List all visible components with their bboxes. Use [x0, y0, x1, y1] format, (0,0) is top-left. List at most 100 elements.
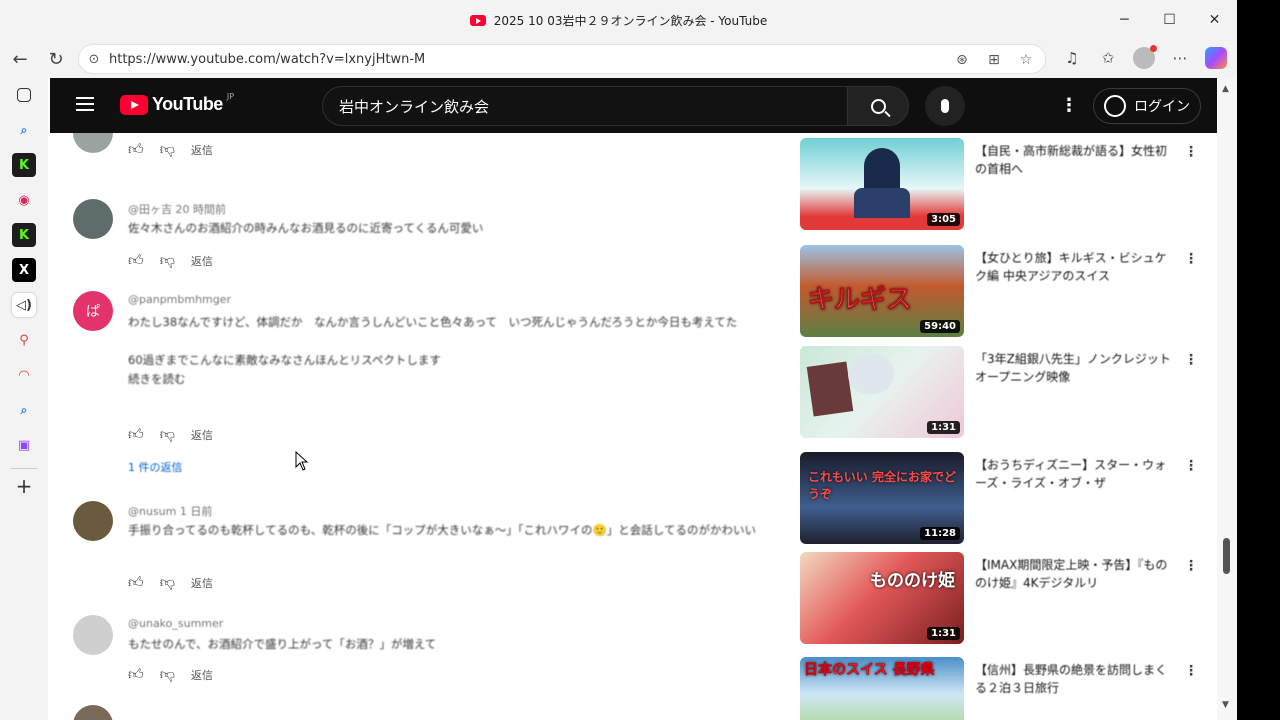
avatar[interactable] — [73, 501, 113, 541]
url-text[interactable]: https://www.youtube.com/watch?v=lxnyjHtw… — [109, 52, 425, 67]
thumb-up-icon[interactable]: 👍︎ — [128, 140, 144, 159]
video-thumbnail[interactable]: キルギス 59:40 — [800, 245, 964, 337]
video-thumbnail[interactable]: もののけ姫 1:31 — [800, 552, 964, 644]
video-menu-icon[interactable]: ⋮ — [1184, 558, 1198, 574]
comments-section: 👍︎ 👎︎ 返信 @田ヶ吉 20 時間前 佐々木さんのお酒紹介の時みんなお酒見る… — [50, 133, 790, 720]
thumb-down-icon[interactable]: 👎︎ — [160, 425, 175, 444]
app-available-icon[interactable]: ⊞ — [983, 49, 1005, 71]
reply-button[interactable]: 返信 — [191, 253, 213, 269]
magnifier-icon — [870, 98, 886, 114]
refresh-icon[interactable]: ↻ — [38, 41, 74, 77]
media-control-icon[interactable]: ♫ — [1058, 44, 1086, 72]
settings-kebab-icon[interactable]: ⋮ — [1060, 95, 1078, 116]
video-title[interactable]: 【女ひとり旅】キルギス・ビシュケク編 中央アジアのスイス — [975, 249, 1175, 285]
thumb-down-icon[interactable]: 👎︎ — [160, 665, 175, 684]
thumb-up-icon[interactable]: 👍︎ — [128, 665, 144, 684]
video-title[interactable]: 【IMAX期間限定上映・予告】『もののけ姫』4Kデジタルリ — [975, 556, 1175, 592]
login-button[interactable]: ログイン — [1093, 88, 1201, 124]
profile-avatar[interactable] — [1130, 44, 1158, 72]
view-replies-link[interactable]: 1 件の返信 — [128, 459, 183, 475]
thumbnail-caption: これもいい 完全にお家でどうぞ — [808, 470, 956, 501]
mouse-cursor-icon — [295, 451, 309, 471]
avatar[interactable]: ぱ — [73, 291, 113, 331]
favorites-icon[interactable]: ✩ — [1094, 44, 1122, 72]
recommended-video[interactable]: キルギス 59:40 【女ひとり旅】キルギス・ビシュケク編 中央アジアのスイス … — [800, 245, 1210, 341]
address-bar[interactable]: ⊙ https://www.youtube.com/watch?v=lxnyjH… — [78, 44, 1046, 74]
recommended-video[interactable]: これもいい 完全にお家でどうぞ 11:28 【おうちディズニー】スター・ウォーズ… — [800, 452, 1210, 548]
reply-button[interactable]: 返信 — [191, 142, 213, 158]
thumb-down-icon[interactable]: 👎︎ — [160, 573, 175, 592]
video-duration: 3:05 — [927, 213, 960, 226]
thumb-down-icon[interactable]: 👎︎ — [160, 251, 175, 270]
x-icon[interactable]: X — [12, 258, 36, 282]
reply-button[interactable]: 返信 — [191, 427, 213, 443]
recommended-video[interactable]: 1:31 「3年Z組銀八先生」ノンクレジットオープニング映像 ⋮ — [800, 346, 1210, 442]
comment-author[interactable]: @unako_summer — [128, 617, 223, 630]
reply-button[interactable]: 返信 — [191, 667, 213, 683]
speaker-icon[interactable]: ◁) — [12, 293, 36, 317]
thumb-down-icon[interactable]: 👎︎ — [160, 140, 175, 159]
thumbnail-caption: 日本のスイス 長野県 — [804, 662, 935, 679]
video-menu-icon[interactable]: ⋮ — [1184, 458, 1198, 474]
video-title[interactable]: 【信州】長野県の絶景を訪問しまくる２泊３日旅行 — [975, 661, 1175, 697]
edge-sidebar: ⌕ K ◉ K X ◁) ⚲ ◠ ⌕ ▣ + — [0, 78, 48, 720]
video-title[interactable]: 【自民・高市新総裁が語る】女性初の首相へ — [975, 142, 1175, 178]
add-plus-icon[interactable]: + — [12, 474, 36, 498]
scroll-up-arrow-icon[interactable]: ▲ — [1222, 84, 1229, 94]
favorite-star-icon[interactable]: ☆ — [1015, 49, 1037, 71]
voice-search-button[interactable] — [925, 86, 965, 126]
video-thumbnail[interactable]: 1:31 — [800, 346, 964, 438]
scrollbar-thumb[interactable] — [1223, 538, 1230, 574]
browser-window: 2025 10 03岩中２９オンライン飲み会 - YouTube ─ ☐ ✕ ←… — [0, 0, 1237, 720]
avatar[interactable] — [73, 615, 113, 655]
video-thumbnail[interactable]: これもいい 完全にお家でどうぞ 11:28 — [800, 452, 964, 544]
search-input[interactable]: 岩中オンライン飲み会 — [322, 86, 848, 126]
video-title[interactable]: 「3年Z組銀八先生」ノンクレジットオープニング映像 — [975, 350, 1175, 386]
kick-icon-2[interactable]: K — [12, 223, 36, 247]
page-scrollbar[interactable]: ▲ ▼ — [1217, 78, 1237, 720]
more-options-icon[interactable]: ⋯ — [1166, 44, 1194, 72]
thumbnail-caption: もののけ姫 — [870, 571, 955, 591]
minimize-button[interactable]: ─ — [1102, 0, 1147, 40]
avatar[interactable] — [73, 705, 113, 720]
recommended-video[interactable]: もののけ姫 1:31 【IMAX期間限定上映・予告】『もののけ姫』4Kデジタルリ… — [800, 552, 1210, 648]
recommended-video[interactable]: 日本のスイス 長野県 【信州】長野県の絶景を訪問しまくる２泊３日旅行 ⋮ — [800, 657, 1210, 720]
youtube-logo[interactable]: YouTube JP — [120, 92, 234, 115]
comment-author[interactable]: @田ヶ吉 20 時間前 — [128, 201, 226, 217]
video-menu-icon[interactable]: ⋮ — [1184, 352, 1198, 368]
translate-icon[interactable]: ⊛ — [951, 49, 973, 71]
avatar[interactable] — [73, 199, 113, 239]
video-menu-icon[interactable]: ⋮ — [1184, 144, 1198, 160]
thumb-up-icon[interactable]: 👍︎ — [128, 425, 144, 444]
search-button[interactable] — [847, 86, 909, 126]
tab-actions-icon[interactable] — [17, 88, 31, 102]
maximize-button[interactable]: ☐ — [1147, 0, 1192, 40]
hamburger-menu-icon[interactable] — [76, 97, 94, 111]
search-icon[interactable]: ⌕ — [12, 118, 36, 142]
video-thumbnail[interactable]: 日本のスイス 長野県 — [800, 657, 964, 720]
video-menu-icon[interactable]: ⋮ — [1184, 663, 1198, 679]
microphone-icon — [941, 99, 949, 113]
kick-icon[interactable]: K — [12, 153, 36, 177]
radio-icon[interactable]: ◉ — [12, 188, 36, 212]
scroll-down-arrow-icon[interactable]: ▼ — [1222, 700, 1229, 710]
map-pin-icon[interactable]: ⚲ — [12, 328, 36, 352]
gauge-icon[interactable]: ◠ — [12, 363, 36, 387]
account-circle-icon — [1104, 95, 1126, 117]
copilot-icon[interactable] — [1202, 44, 1230, 72]
comment-author[interactable]: @panpmbmhmger — [128, 293, 231, 306]
title-bar: 2025 10 03岩中２９オンライン飲み会 - YouTube ─ ☐ ✕ — [0, 0, 1237, 40]
video-thumbnail[interactable]: 3:05 — [800, 138, 964, 230]
search-icon-2[interactable]: ⌕ — [12, 398, 36, 422]
thumb-up-icon[interactable]: 👍︎ — [128, 573, 144, 592]
recommended-video[interactable]: 3:05 【自民・高市新総裁が語る】女性初の首相へ ⋮ — [800, 138, 1210, 234]
back-arrow-icon[interactable]: ← — [2, 41, 38, 77]
comment-author[interactable]: @nusum 1 日前 — [128, 503, 212, 519]
video-title[interactable]: 【おうちディズニー】スター・ウォーズ・ライズ・オブ・ザ — [975, 456, 1175, 492]
video-menu-icon[interactable]: ⋮ — [1184, 251, 1198, 267]
close-button[interactable]: ✕ — [1192, 0, 1237, 40]
thumb-up-icon[interactable]: 👍︎ — [128, 251, 144, 270]
site-info-icon[interactable]: ⊙ — [79, 52, 109, 67]
twitch-icon[interactable]: ▣ — [12, 433, 36, 457]
reply-button[interactable]: 返信 — [191, 575, 213, 591]
